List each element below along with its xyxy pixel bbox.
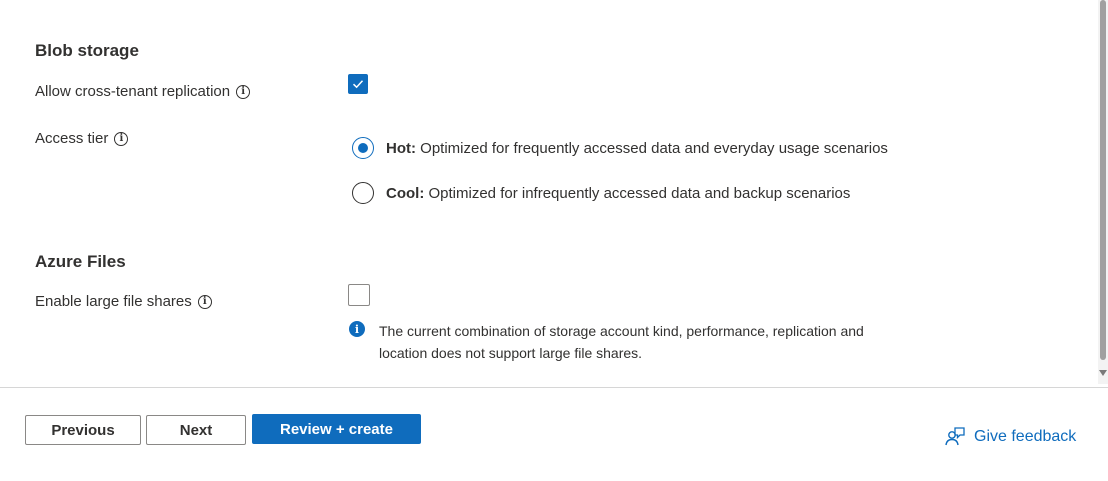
hot-option-description: Optimized for frequently accessed data a… <box>420 139 888 157</box>
cool-option-description: Optimized for infrequently accessed data… <box>428 184 851 202</box>
note-line-2: location does not support large file sha… <box>379 345 643 361</box>
radio-cool[interactable] <box>352 182 374 204</box>
info-icon[interactable]: i <box>197 294 212 309</box>
large-file-shares-checkbox[interactable] <box>348 284 370 306</box>
large-file-shares-row-label: Enable large file shares i <box>35 293 212 310</box>
footer-divider <box>0 387 1108 388</box>
large-file-shares-note: The current combination of storage accou… <box>379 320 939 364</box>
checkmark-icon <box>352 80 364 89</box>
review-create-button[interactable]: Review + create <box>252 414 421 444</box>
access-tier-label: Access tier <box>35 130 109 147</box>
azure-files-heading: Azure Files <box>35 252 126 271</box>
note-line-1: The current combination of storage accou… <box>379 323 864 339</box>
cool-option-name: Cool: <box>386 184 425 202</box>
scrollbar-thumb[interactable] <box>1100 0 1106 360</box>
cross-tenant-label: Allow cross-tenant replication <box>35 83 231 100</box>
cross-tenant-checkbox[interactable] <box>348 74 368 94</box>
access-tier-option-hot[interactable]: Hot: Optimized for frequently accessed d… <box>352 137 888 159</box>
info-icon[interactable]: i <box>114 131 129 146</box>
next-button[interactable]: Next <box>146 415 246 445</box>
feedback-person-icon <box>945 427 965 446</box>
radio-selected-dot <box>358 143 368 153</box>
give-feedback-label: Give feedback <box>974 428 1077 445</box>
cool-option-text: Cool: Optimized for infrequently accesse… <box>386 185 850 202</box>
access-tier-option-cool[interactable]: Cool: Optimized for infrequently accesse… <box>352 182 850 204</box>
hot-option-name: Hot: <box>386 139 416 157</box>
scroll-down-arrow-icon[interactable] <box>1099 370 1107 376</box>
info-icon[interactable]: i <box>236 84 251 99</box>
hot-option-text: Hot: Optimized for frequently accessed d… <box>386 140 888 157</box>
previous-button[interactable]: Previous <box>25 415 141 445</box>
give-feedback-link[interactable]: Give feedback <box>944 426 1076 448</box>
cross-tenant-row-label: Allow cross-tenant replication i <box>35 83 251 100</box>
info-filled-icon: i <box>349 321 365 337</box>
large-file-shares-label: Enable large file shares <box>35 293 192 310</box>
blob-storage-heading: Blob storage <box>35 41 139 60</box>
radio-hot[interactable] <box>352 137 374 159</box>
access-tier-row-label: Access tier i <box>35 130 129 147</box>
